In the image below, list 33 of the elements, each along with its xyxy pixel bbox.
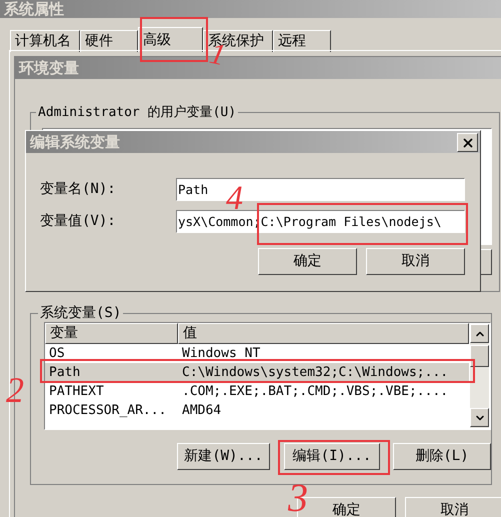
dialog-button[interactable]: 新建(W)... [177, 443, 270, 470]
dialog-title: 编辑系统变量 [26, 131, 480, 153]
list-row[interactable]: Path C:\Windows\system32;C:\Windows;... [45, 363, 469, 382]
table-cell-text: .COM;.EXE;.BAT;.CMD;.VBS;.VBE;.... [181, 383, 450, 401]
annotation-box [140, 17, 208, 62]
table-cell-text: PATHEXT [48, 383, 105, 401]
list-row[interactable]: OS Windows_NT [45, 344, 469, 363]
scrollbar[interactable] [470, 324, 489, 428]
dialog-button[interactable]: 确定 [258, 248, 357, 275]
scroll-thumb[interactable] [470, 345, 489, 367]
tab[interactable]: 高级 [138, 27, 203, 52]
close-button[interactable] [457, 133, 478, 152]
table-cell-text: Path [48, 364, 82, 382]
tab[interactable]: 硬件 [80, 30, 138, 52]
field-label: 变量值(V): [40, 212, 116, 231]
dialog-button[interactable]: 取消 [366, 248, 465, 275]
list-row[interactable]: PROCESSOR_AR... AMD64 [45, 401, 469, 420]
field-label: 变量名(N): [40, 180, 116, 199]
tab[interactable]: 远程 [273, 30, 331, 52]
table-cell-text: C:\Windows\system32;C:\Windows;... [181, 364, 450, 382]
dialog-button[interactable]: 取消 [405, 497, 501, 517]
table-cell-text: PROCESSOR_AR... [48, 402, 168, 420]
list-row[interactable]: PATHEXT .COM;.EXE;.BAT;.CMD;.VBS;.VBE;.... [45, 382, 469, 401]
column-header[interactable]: 变量 [45, 323, 178, 344]
table-cell-text: AMD64 [181, 402, 222, 420]
dialog-button[interactable]: 编辑(I)... [284, 443, 380, 470]
table-cell-text: Windows_NT [181, 345, 262, 363]
tab[interactable]: 计算机名 [10, 30, 80, 52]
dialog-button[interactable]: 删除(L) [393, 443, 491, 470]
table-cell-text: OS [48, 345, 66, 363]
close-icon [460, 136, 474, 150]
column-header[interactable]: 值 [178, 323, 469, 344]
window-title: 系统属性 [0, 0, 501, 18]
